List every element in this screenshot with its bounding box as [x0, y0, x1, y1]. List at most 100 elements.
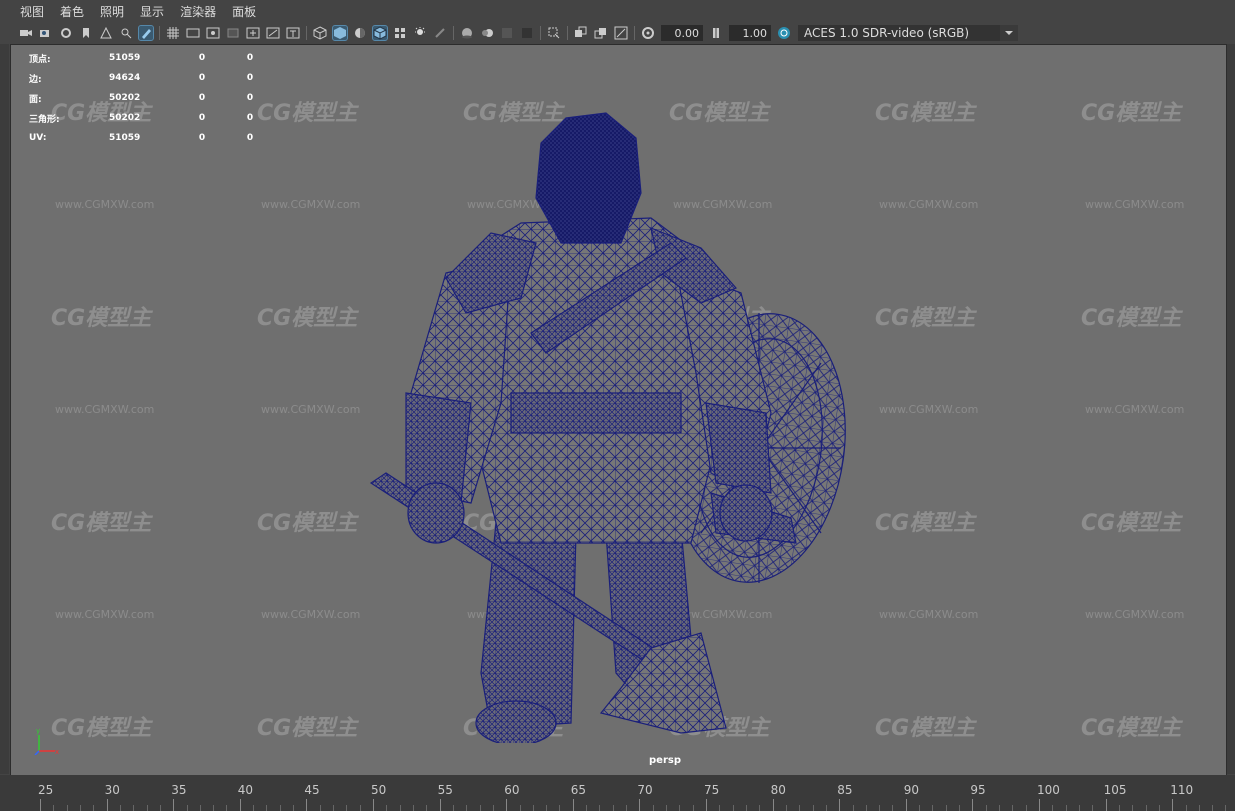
toolbar-divider — [634, 26, 635, 40]
frame-minor-tick — [679, 805, 681, 811]
film-gate-icon[interactable] — [186, 26, 200, 40]
watermark-url: www.CGMXW.com — [879, 198, 979, 211]
wireframe-on-shaded-icon[interactable] — [372, 25, 388, 41]
frame-minor-tick — [1158, 805, 1160, 811]
frame-minor-tick — [79, 805, 81, 811]
color-management-icon[interactable] — [777, 26, 791, 40]
menu-shading[interactable]: 着色 — [60, 3, 84, 20]
frame-minor-tick — [53, 805, 55, 811]
gamma-icon[interactable] — [709, 26, 723, 40]
motion-blur-icon[interactable] — [480, 26, 494, 40]
menu-renderer[interactable]: 渲染器 — [180, 3, 216, 20]
safe-title-icon[interactable] — [286, 26, 300, 40]
menu-view[interactable]: 视图 — [20, 3, 44, 20]
frame-tick-label: 80 — [770, 783, 786, 797]
frame-tick — [1105, 799, 1107, 811]
wireframe-icon[interactable] — [313, 26, 327, 40]
frame-minor-tick — [93, 805, 95, 811]
frame-minor-tick — [199, 805, 201, 811]
character-wireframe-model[interactable] — [351, 73, 871, 743]
hud-v1: 51059 — [109, 53, 141, 63]
frame-minor-tick — [1025, 805, 1027, 811]
frame-minor-tick — [519, 805, 521, 811]
menu-panels[interactable]: 面板 — [232, 3, 256, 20]
camera-name-label: persp — [649, 755, 681, 766]
frame-minor-tick — [146, 805, 148, 811]
isolate-select-icon[interactable] — [547, 26, 561, 40]
frame-minor-tick — [759, 805, 761, 811]
hud-v2: 0 — [198, 93, 206, 103]
lights-icon[interactable] — [413, 26, 427, 40]
shadows-icon[interactable] — [433, 26, 447, 40]
frame-minor-tick — [865, 805, 867, 811]
camera-lock-icon[interactable] — [39, 26, 53, 40]
gate-mask-icon[interactable] — [226, 26, 240, 40]
frame-minor-tick — [892, 805, 894, 811]
textured-icon[interactable] — [393, 26, 407, 40]
safe-action-icon[interactable] — [266, 26, 280, 40]
resolution-gate-icon[interactable] — [206, 26, 220, 40]
toolbar-divider — [306, 26, 307, 40]
frame-tick-label: 60 — [504, 783, 520, 797]
2d-pan-zoom-icon[interactable] — [119, 26, 133, 40]
frame-minor-tick — [1118, 805, 1120, 811]
perspective-viewport[interactable]: CG模型主 www.CGMXW.com CG模型主 www.CGMXW.com CG模型… — [10, 44, 1227, 776]
menu-bar: 视图 着色 照明 显示 渲染器 面板 — [0, 0, 1235, 22]
watermark-url: www.CGMXW.com — [1085, 403, 1185, 416]
frame-tick — [106, 799, 108, 811]
watermark-logo: CG模型主 — [875, 716, 976, 741]
anti-aliasing-icon[interactable] — [500, 26, 514, 40]
watermark-url: www.CGMXW.com — [55, 403, 155, 416]
watermark-url: www.CGMXW.com — [1085, 608, 1185, 621]
panel-toolbar: 0.00 1.00 ACES 1.0 SDR-video (sRGB) — [0, 22, 1235, 44]
image-plane-icon[interactable] — [99, 26, 113, 40]
chevron-down-icon[interactable] — [1000, 25, 1018, 41]
frame-minor-tick — [386, 805, 388, 811]
frame-tick — [306, 799, 308, 811]
bookmark-icon[interactable] — [79, 26, 93, 40]
watermark-logo: CG模型主 — [257, 101, 358, 126]
frame-minor-tick — [799, 805, 801, 811]
frame-minor-tick — [666, 805, 667, 811]
camera-attributes-icon[interactable] — [59, 26, 73, 40]
time-slider[interactable]: 25 30 35 40 45 50 55 60 65 70 75 80 85 90 95 100 105 110 — [0, 775, 1235, 811]
frame-minor-tick — [812, 805, 814, 811]
field-chart-icon[interactable] — [246, 26, 260, 40]
frame-minor-tick — [186, 805, 188, 811]
watermark-logo: CG模型主 — [1081, 101, 1182, 126]
ambient-occlusion-icon[interactable] — [460, 26, 474, 40]
frame-minor-tick — [919, 805, 921, 811]
depth-of-field-icon[interactable] — [520, 26, 534, 40]
hud-v1: 51059 — [109, 133, 141, 143]
default-material-icon[interactable] — [353, 26, 367, 40]
color-space-dropdown[interactable]: ACES 1.0 SDR-video (sRGB) — [798, 25, 1018, 41]
hud-v2: 0 — [198, 113, 206, 123]
color-space-value: ACES 1.0 SDR-video (sRGB) — [804, 26, 970, 40]
frame-tick-label: 50 — [371, 783, 387, 797]
hud-v1: 50202 — [109, 113, 141, 123]
gamma-input[interactable]: 1.00 — [729, 25, 771, 41]
frame-tick — [839, 799, 841, 811]
exposure-input[interactable]: 0.00 — [661, 25, 703, 41]
watermark-url: www.CGMXW.com — [55, 198, 155, 211]
hud-row: 顶点: 51059 0 0 — [29, 48, 265, 68]
xray-joints-icon[interactable] — [594, 26, 608, 40]
frame-minor-tick — [1052, 805, 1054, 811]
grease-pencil-icon[interactable] — [138, 25, 154, 41]
xray-components-icon[interactable] — [614, 26, 628, 40]
menu-show[interactable]: 显示 — [140, 3, 164, 20]
camera-icon[interactable] — [19, 26, 33, 40]
menu-lighting[interactable]: 照明 — [100, 3, 124, 20]
frame-minor-tick — [293, 805, 294, 811]
frame-minor-tick — [692, 805, 694, 811]
grid-icon[interactable] — [166, 26, 180, 40]
watermark-url: www.CGMXW.com — [879, 608, 979, 621]
hud-v2: 0 — [198, 53, 206, 63]
watermark-logo: CG模型主 — [875, 306, 976, 331]
frame-tick-label: 30 — [104, 783, 120, 797]
watermark-url: www.CGMXW.com — [1085, 198, 1185, 211]
exposure-icon[interactable] — [641, 26, 655, 40]
xray-icon[interactable] — [574, 26, 588, 40]
smooth-shade-icon[interactable] — [332, 25, 348, 41]
frame-minor-tick — [426, 805, 428, 811]
